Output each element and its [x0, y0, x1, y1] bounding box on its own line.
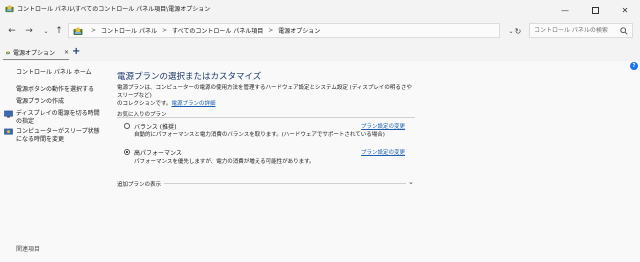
tab-bar [0, 43, 640, 61]
add-tab-button[interactable]: + [72, 46, 80, 57]
high-performance-plan-name[interactable]: 高パフォーマンス [134, 148, 182, 157]
sidebar-item-create-plan[interactable]: 電源プランの作成 [16, 98, 64, 106]
breadcrumb-control-panel[interactable]: コントロール パネル [101, 26, 157, 35]
search-input[interactable] [534, 27, 614, 34]
tab-power-options[interactable]: 電源オプション ✕ [3, 45, 69, 60]
close-icon[interactable]: ✕ [610, 0, 640, 20]
control-panel-icon [73, 27, 83, 35]
help-icon[interactable]: ? [630, 62, 638, 70]
search-icon[interactable] [620, 26, 628, 35]
minimize-icon[interactable]: — [550, 0, 580, 20]
page-description: 電源プランは、コンピューターの電源の使用方法を管理するハードウェア設定とシステム… [117, 84, 417, 108]
sidebar-item-display-off[interactable]: ディスプレイの電源を切る時間の指定 [16, 110, 101, 126]
power-plan-details-link[interactable]: 電源プランの詳細 [171, 101, 215, 107]
maximize-icon[interactable] [580, 0, 610, 20]
high-performance-plan-description: パフォーマンスを優先しますが、電力の消費が増える可能性があります。 [134, 159, 315, 165]
tab-close-icon[interactable]: ✕ [64, 49, 69, 56]
display-icon [4, 110, 13, 118]
high-performance-radio[interactable] [124, 149, 130, 155]
description-text-2: のコレクションです。 [117, 101, 172, 107]
forward-arrow-icon[interactable]: → [22, 24, 36, 38]
search-box[interactable] [529, 23, 633, 38]
up-arrow-icon[interactable]: ↑ [52, 24, 66, 38]
additional-plans-divider [164, 183, 406, 184]
breadcrumb-power-options[interactable]: 電源オプション [278, 26, 320, 35]
window-title: コントロール パネル\すべてのコントロール パネル項目\電源オプション [17, 6, 211, 13]
see-also-heading: 関連項目 [16, 246, 41, 253]
recent-dropdown-icon[interactable]: ⌄ [39, 24, 53, 38]
control-panel-icon [6, 51, 10, 55]
group-divider [117, 117, 415, 118]
refresh-icon[interactable]: ↻ [511, 24, 525, 38]
sidebar-home-link[interactable]: コントロール パネル ホーム [16, 69, 92, 77]
balanced-plan-description: 自動的にパフォーマンスと電力消費のバランスを取ります。(ハードウェアでサポートさ… [134, 132, 385, 138]
description-text: 電源プランは、コンピューターの電源の使用方法を管理するハードウェア設定とシステム… [117, 85, 412, 99]
breadcrumb-separator-icon: > [268, 27, 274, 34]
address-bar[interactable]: > コントロール パネル > すべてのコントロール パネル項目 > 電源オプショ… [68, 23, 500, 38]
breadcrumb-all-items[interactable]: すべてのコントロール パネル項目 [172, 26, 263, 35]
sidebar-item-power-button[interactable]: 電源ボタンの動作を選択する [16, 86, 94, 94]
balanced-change-settings-link[interactable]: プラン設定の変更 [361, 122, 405, 130]
show-additional-plans[interactable]: 追加プランの表示 [117, 180, 161, 188]
high-performance-change-settings-link[interactable]: プラン設定の変更 [361, 148, 405, 156]
tab-underline [3, 59, 69, 60]
sleep-icon [4, 128, 13, 135]
sidebar-item-sleep-time[interactable]: コンピューターがスリープ状態になる時間を変更 [16, 128, 101, 144]
breadcrumb-separator-icon: > [161, 27, 167, 34]
balanced-radio[interactable] [124, 123, 130, 129]
control-panel-icon [5, 5, 14, 13]
breadcrumb-separator-icon: > [91, 27, 97, 34]
expand-chevron-icon[interactable]: ⌄ [408, 178, 414, 186]
tab-label: 電源オプション [12, 50, 55, 57]
back-arrow-icon[interactable]: ← [5, 24, 19, 38]
page-title: 電源プランの選択またはカスタマイズ [117, 72, 262, 82]
